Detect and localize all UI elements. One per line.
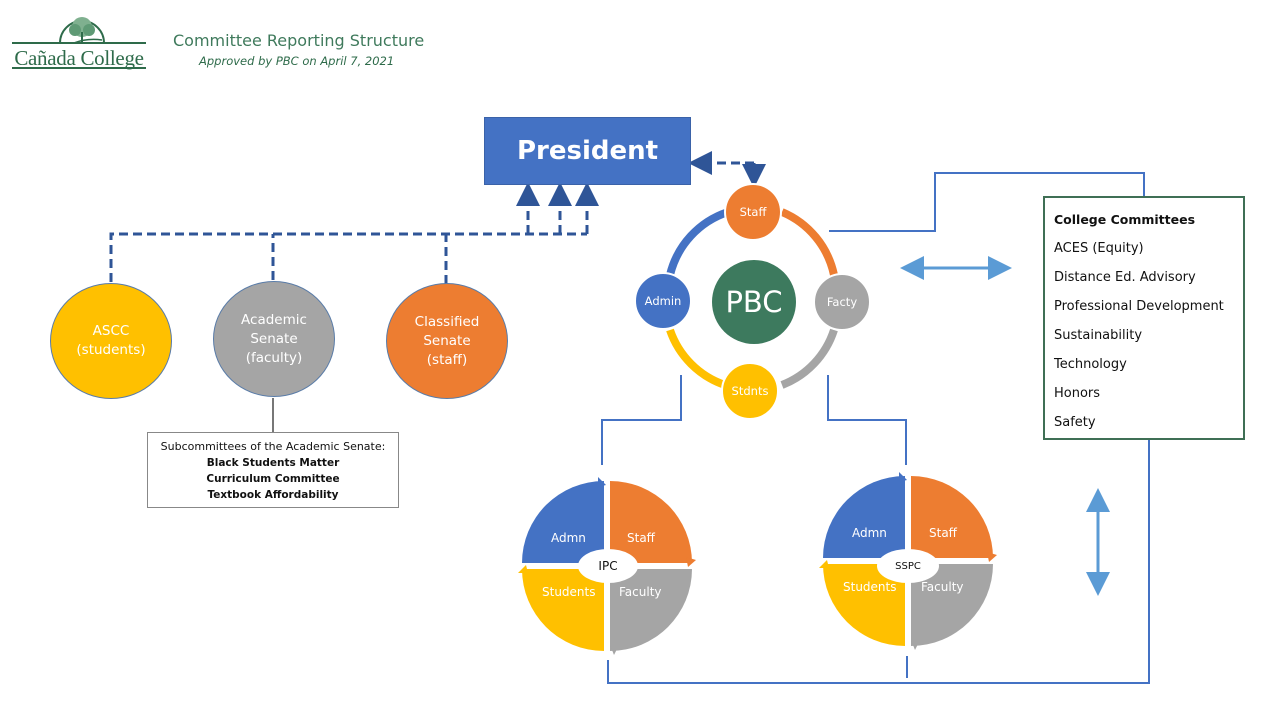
dashed-connector-ascc: [109, 232, 587, 282]
committee-item: Technology: [1054, 357, 1127, 372]
ipc-label-staff: Staff: [627, 531, 655, 545]
pbc-node-staff: Staff: [724, 183, 782, 241]
committee-item: Honors: [1054, 386, 1101, 401]
subcommittees-box: Subcommittees of the Academic Senate: Bl…: [147, 432, 399, 508]
subcommittees-heading: Subcommittees of the Academic Senate:: [160, 440, 386, 453]
ipc-label-faculty: Faculty: [619, 585, 662, 599]
classified-senate-sublabel: (staff): [426, 351, 468, 368]
college-committees-box: College Committees ACES (Equity) Distanc…: [1043, 196, 1245, 440]
pbc-node-students: Stdnts: [721, 362, 779, 420]
ascc-circle: ASCC (students): [50, 283, 172, 399]
committee-item: Professional Development: [1054, 299, 1224, 314]
ipc-quadrant-students: [522, 569, 604, 651]
president-box: President: [484, 117, 691, 185]
pbc-to-sspc-line: [827, 375, 907, 465]
subcommittee-item: Black Students Matter: [206, 457, 340, 469]
ipc-center: IPC: [578, 549, 638, 583]
sspc-quadrant-staff: [911, 476, 993, 558]
sspc-quadrant-admin: [823, 476, 905, 558]
academic-senate-label: Academic: [241, 311, 307, 328]
subcommittee-item: Textbook Affordability: [207, 489, 339, 501]
ascc-label: ASCC: [92, 323, 130, 339]
academic-senate-circle: Academic Senate (faculty): [213, 281, 335, 397]
classified-senate-label-2: Senate: [423, 332, 471, 349]
sspc-label-staff: Staff: [929, 526, 957, 540]
pbc-node-faculty: Facty: [813, 273, 871, 331]
pbc-node-admin: Admin: [634, 272, 692, 330]
sspc-label-faculty: Faculty: [921, 580, 964, 594]
classified-senate-label: Classified: [414, 313, 480, 330]
sspc-label-admin: Admn: [852, 526, 887, 540]
ipc-cycle: Admn Staff Students Faculty IPC: [518, 477, 698, 655]
ipc-label-students: Students: [542, 585, 596, 599]
sspc-cycle: Admn Staff Students Faculty SSPC: [819, 472, 999, 650]
committee-item: Distance Ed. Advisory: [1054, 270, 1196, 285]
committee-item: ACES (Equity): [1054, 241, 1144, 256]
sspc-center: SSPC: [877, 549, 939, 583]
committee-item: Sustainability: [1054, 328, 1143, 343]
committee-item: Safety: [1054, 415, 1096, 430]
classified-senate-circle: Classified Senate (staff): [386, 283, 508, 399]
ipc-label-admin: Admn: [551, 531, 586, 545]
pbc-to-ipc-line: [601, 375, 682, 465]
sspc-label-students: Students: [843, 580, 897, 594]
academic-senate-sublabel: (faculty): [245, 349, 303, 366]
college-committees-heading: College Committees: [1054, 212, 1196, 227]
ascc-sublabel: (students): [76, 342, 146, 358]
subcommittee-item: Curriculum Committee: [206, 473, 340, 485]
ipc-quadrant-faculty: [610, 569, 692, 651]
academic-senate-label-2: Senate: [250, 330, 298, 347]
pbc-center-circle: PBC: [712, 260, 796, 344]
